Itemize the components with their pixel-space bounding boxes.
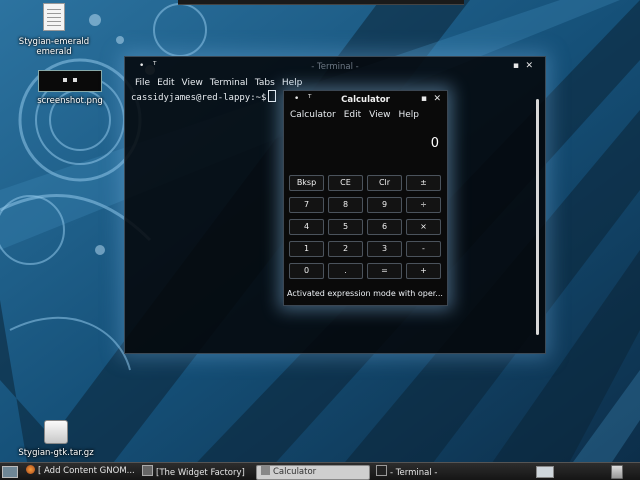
desktop-icon-label: emerald xyxy=(36,47,72,57)
taskbar-item-widget-factory[interactable]: [The Widget Factory] xyxy=(142,465,248,478)
plus-minus-button[interactable]: ± xyxy=(406,175,441,191)
menu-view[interactable]: View xyxy=(369,108,390,122)
desktop-icon-stygian-gtk[interactable]: Stygian-gtk.tar.gz xyxy=(16,420,96,458)
divide-button[interactable]: ÷ xyxy=(406,197,441,213)
calculator-display[interactable]: 0 xyxy=(284,122,447,168)
menu-help[interactable]: Help xyxy=(282,77,303,90)
digit-5-button[interactable]: 5 xyxy=(328,219,363,235)
backspace-button[interactable]: Bksp xyxy=(289,175,324,191)
desktop-icon-stygian-emerald[interactable]: Stygian-emerald emerald xyxy=(14,3,94,57)
menu-tabs[interactable]: Tabs xyxy=(255,77,275,90)
digit-2-button[interactable]: 2 xyxy=(328,241,363,257)
bottom-taskbar: [ Add Content GNOM... [The Widget Factor… xyxy=(0,462,640,480)
maximize-icon[interactable]: ▪ xyxy=(513,62,519,71)
firefox-icon xyxy=(26,465,35,474)
terminal-titlebar[interactable]: • ᵀ - Terminal - ▪ ✕ xyxy=(125,57,545,77)
digit-7-button[interactable]: 7 xyxy=(289,197,324,213)
desktop-icon-label: screenshot.png xyxy=(37,96,103,106)
taskbar-item-firefox[interactable]: [ Add Content GNOM... xyxy=(26,465,136,478)
subtract-button[interactable]: - xyxy=(406,241,441,257)
menu-help[interactable]: Help xyxy=(399,108,420,122)
decimal-point-button[interactable]: . xyxy=(328,263,363,279)
digit-3-button[interactable]: 3 xyxy=(367,241,402,257)
taskbar-item-calculator[interactable]: Calculator xyxy=(256,465,370,480)
top-panel[interactable] xyxy=(178,0,464,5)
workspace-switcher[interactable] xyxy=(536,466,554,478)
desktop-icon-label: Stygian-emerald xyxy=(18,37,90,47)
menu-terminal[interactable]: Terminal xyxy=(210,77,248,90)
close-icon[interactable]: ✕ xyxy=(433,95,441,104)
calculator-window[interactable]: • ᵀ Calculator ▪ ✕ Calculator Edit View … xyxy=(283,90,448,306)
text-cursor xyxy=(268,90,277,102)
terminal-menubar: File Edit View Terminal Tabs Help xyxy=(125,77,545,90)
display-value: 0 xyxy=(430,136,439,151)
menu-file[interactable]: File xyxy=(135,77,150,90)
add-button[interactable]: + xyxy=(406,263,441,279)
image-thumbnail-icon xyxy=(38,70,102,92)
digit-9-button[interactable]: 9 xyxy=(367,197,402,213)
menu-edit[interactable]: Edit xyxy=(344,108,361,122)
digit-1-button[interactable]: 1 xyxy=(289,241,324,257)
digit-4-button[interactable]: 4 xyxy=(289,219,324,235)
desktop-icon-label: Stygian-gtk.tar.gz xyxy=(18,448,94,458)
equals-button[interactable]: = xyxy=(367,263,402,279)
menu-view[interactable]: View xyxy=(182,77,203,90)
digit-8-button[interactable]: 8 xyxy=(328,197,363,213)
archive-package-icon xyxy=(44,420,68,444)
menu-calculator[interactable]: Calculator xyxy=(290,108,336,122)
desktop-icon-screenshot[interactable]: screenshot.png xyxy=(30,70,110,106)
text-document-icon xyxy=(43,3,65,31)
terminal-scrollbar[interactable] xyxy=(536,99,539,335)
digit-0-button[interactable]: 0 xyxy=(289,263,324,279)
menu-edit[interactable]: Edit xyxy=(157,77,174,90)
maximize-icon[interactable]: ▪ xyxy=(421,95,427,104)
calculator-titlebar[interactable]: • ᵀ Calculator ▪ ✕ xyxy=(284,91,447,108)
digit-6-button[interactable]: 6 xyxy=(367,219,402,235)
clear-entry-button[interactable]: CE xyxy=(328,175,363,191)
calculator-icon xyxy=(261,466,270,475)
show-desktop-icon[interactable] xyxy=(2,466,18,478)
multiply-button[interactable]: × xyxy=(406,219,441,235)
taskbar-item-terminal[interactable]: - Terminal - xyxy=(376,465,486,478)
calculator-menubar: Calculator Edit View Help xyxy=(284,108,447,122)
window-icon xyxy=(142,465,153,476)
shell-prompt: cassidyjames@red-lappy:~$ xyxy=(131,93,267,103)
terminal-title: - Terminal - xyxy=(311,62,359,72)
status-bar: Activated expression mode with oper... xyxy=(287,289,443,298)
close-icon[interactable]: ✕ xyxy=(525,62,533,71)
terminal-icon xyxy=(376,465,387,476)
trash-icon[interactable] xyxy=(611,465,623,479)
clear-button[interactable]: Clr xyxy=(367,175,402,191)
